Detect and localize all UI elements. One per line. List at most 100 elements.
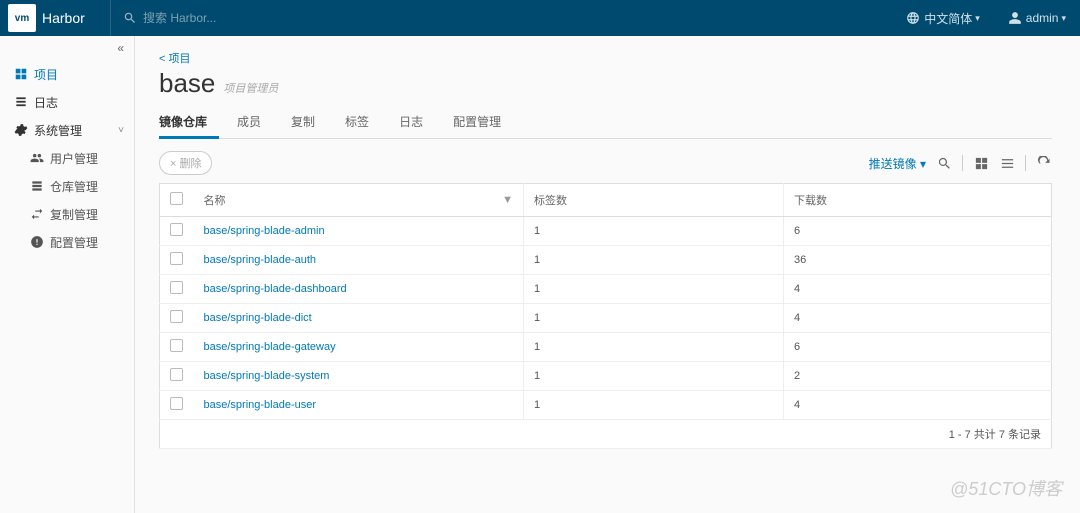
- row-checkbox[interactable]: [170, 368, 183, 381]
- repo-downloads: 4: [784, 304, 1052, 333]
- tab-config[interactable]: 配置管理: [453, 107, 513, 138]
- repo-tags: 1: [524, 246, 784, 275]
- user-icon: [1008, 11, 1022, 25]
- row-checkbox[interactable]: [170, 339, 183, 352]
- sidebar-item-label: 仓库管理: [50, 178, 98, 195]
- top-bar: vm Harbor 中文简体▾ admin▾: [0, 0, 1080, 36]
- repo-tags: 1: [524, 304, 784, 333]
- push-image-link[interactable]: 推送镜像 ▾: [869, 155, 926, 172]
- sidebar-item-label: 用户管理: [50, 150, 98, 167]
- table-row: base/spring-blade-dashboard14: [160, 275, 1052, 304]
- project-heading: base 项目管理员: [159, 68, 1052, 99]
- sidebar-item-label: 配置管理: [50, 234, 98, 251]
- repo-table: 名称▼ 标签数 下载数 base/spring-blade-admin16bas…: [159, 183, 1052, 449]
- sidebar-collapse[interactable]: «: [0, 36, 134, 60]
- tab-replication[interactable]: 复制: [291, 107, 327, 138]
- search-input[interactable]: [143, 11, 303, 25]
- gear-icon: [14, 123, 28, 137]
- chevron-down-icon: ˅: [118, 125, 124, 136]
- replication-icon: [30, 207, 44, 221]
- sidebar-item-logs[interactable]: 日志: [0, 88, 134, 116]
- table-row: base/spring-blade-gateway16: [160, 333, 1052, 362]
- col-tags[interactable]: 标签数: [524, 184, 784, 217]
- repo-name-link[interactable]: base/spring-blade-auth: [194, 246, 524, 275]
- language-label: 中文简体: [924, 10, 972, 27]
- project-role: 项目管理员: [223, 80, 278, 96]
- sidebar: « 项目 日志 系统管理 ˅ 用户管理 仓库管理 复制管理 配置管: [0, 36, 135, 513]
- sidebar-item-label: 系统管理: [34, 122, 82, 139]
- globe-icon: [906, 11, 920, 25]
- table-row: base/spring-blade-system12: [160, 362, 1052, 391]
- product-name: Harbor: [42, 10, 85, 26]
- filter-icon[interactable]: [936, 155, 952, 171]
- repo-name-link[interactable]: base/spring-blade-system: [194, 362, 524, 391]
- repo-tags: 1: [524, 333, 784, 362]
- col-name[interactable]: 名称: [204, 192, 226, 208]
- repo-tags: 1: [524, 275, 784, 304]
- delete-button[interactable]: × 删除: [159, 151, 212, 175]
- repo-downloads: 2: [784, 362, 1052, 391]
- search-icon: [123, 11, 137, 25]
- table-row: base/spring-blade-dict14: [160, 304, 1052, 333]
- collapse-icon: «: [117, 41, 124, 55]
- config-icon: [30, 235, 44, 249]
- back-link[interactable]: < 项目: [159, 50, 1052, 66]
- project-name: base: [159, 68, 215, 99]
- row-checkbox[interactable]: [170, 223, 183, 236]
- repo-tags: 1: [524, 391, 784, 420]
- repo-downloads: 36: [784, 246, 1052, 275]
- sidebar-item-label: 复制管理: [50, 206, 98, 223]
- tab-repositories[interactable]: 镜像仓库: [159, 107, 219, 139]
- table-row: base/spring-blade-user14: [160, 391, 1052, 420]
- row-checkbox[interactable]: [170, 310, 183, 323]
- repo-downloads: 4: [784, 275, 1052, 304]
- sidebar-item-projects[interactable]: 项目: [0, 60, 134, 88]
- caret-down-icon: ▾: [1061, 13, 1066, 24]
- select-all-checkbox[interactable]: [170, 192, 183, 205]
- pagination-text: 1 - 7 共计 7 条记录: [160, 420, 1052, 449]
- repo-name-link[interactable]: base/spring-blade-dashboard: [194, 275, 524, 304]
- project-tabs: 镜像仓库 成员 复制 标签 日志 配置管理: [159, 107, 1052, 139]
- tab-logs[interactable]: 日志: [399, 107, 435, 138]
- list-view-icon[interactable]: [999, 155, 1015, 171]
- row-checkbox[interactable]: [170, 252, 183, 265]
- language-switcher[interactable]: 中文简体▾: [892, 0, 994, 36]
- col-downloads[interactable]: 下载数: [784, 184, 1052, 217]
- users-icon: [30, 151, 44, 165]
- tab-labels[interactable]: 标签: [345, 107, 381, 138]
- repo-tags: 1: [524, 362, 784, 391]
- tab-members[interactable]: 成员: [237, 107, 273, 138]
- row-checkbox[interactable]: [170, 397, 183, 410]
- logo[interactable]: vm Harbor: [0, 0, 110, 36]
- sidebar-item-users[interactable]: 用户管理: [0, 144, 134, 172]
- table-row: base/spring-blade-auth136: [160, 246, 1052, 275]
- table-row: base/spring-blade-admin16: [160, 217, 1052, 246]
- user-menu[interactable]: admin▾: [994, 0, 1080, 36]
- sidebar-item-label: 日志: [34, 94, 58, 111]
- global-search[interactable]: [110, 0, 330, 36]
- repo-name-link[interactable]: base/spring-blade-gateway: [194, 333, 524, 362]
- refresh-icon[interactable]: [1036, 155, 1052, 171]
- sidebar-item-label: 项目: [34, 66, 58, 83]
- repo-name-link[interactable]: base/spring-blade-user: [194, 391, 524, 420]
- filter-column-icon[interactable]: ▼: [502, 194, 513, 206]
- row-checkbox[interactable]: [170, 281, 183, 294]
- sidebar-item-admin[interactable]: 系统管理 ˅: [0, 116, 134, 144]
- repo-tags: 1: [524, 217, 784, 246]
- toolbar: × 删除 推送镜像 ▾: [159, 151, 1052, 175]
- sidebar-item-replication[interactable]: 复制管理: [0, 200, 134, 228]
- registry-icon: [30, 179, 44, 193]
- divider: [962, 155, 963, 171]
- card-view-icon[interactable]: [973, 155, 989, 171]
- repo-downloads: 6: [784, 217, 1052, 246]
- log-icon: [14, 95, 28, 109]
- repo-name-link[interactable]: base/spring-blade-admin: [194, 217, 524, 246]
- vmware-logo-icon: vm: [8, 4, 36, 32]
- divider: [1025, 155, 1026, 171]
- repo-downloads: 4: [784, 391, 1052, 420]
- user-label: admin: [1026, 11, 1059, 25]
- repo-name-link[interactable]: base/spring-blade-dict: [194, 304, 524, 333]
- repo-downloads: 6: [784, 333, 1052, 362]
- sidebar-item-config[interactable]: 配置管理: [0, 228, 134, 256]
- sidebar-item-registries[interactable]: 仓库管理: [0, 172, 134, 200]
